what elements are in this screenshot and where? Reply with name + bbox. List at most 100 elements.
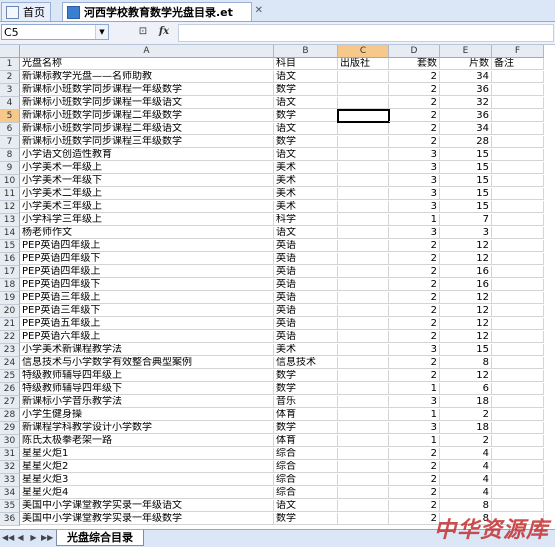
cell-d[interactable]: 1 <box>389 435 440 447</box>
cell-e[interactable]: 36 <box>440 84 492 96</box>
cell-e[interactable]: 8 <box>440 357 492 369</box>
cell-a[interactable]: 星星火炬4 <box>20 487 274 499</box>
cell-e[interactable]: 7 <box>440 214 492 226</box>
cell-b[interactable]: 英语 <box>274 240 338 252</box>
cell-f[interactable] <box>492 175 544 187</box>
cell-d[interactable]: 2 <box>389 240 440 252</box>
cell-b[interactable]: 数学 <box>274 513 338 525</box>
cell-c[interactable] <box>338 240 389 252</box>
row-header[interactable]: 25 <box>0 370 20 383</box>
cell-b[interactable]: 语文 <box>274 227 338 239</box>
cell-c[interactable] <box>338 305 389 317</box>
cell-a[interactable]: 小学美术一年级下 <box>20 175 274 187</box>
prev-sheet-icon[interactable]: ◀ <box>15 532 26 544</box>
cell-c[interactable] <box>338 357 389 369</box>
select-all-corner[interactable] <box>0 45 20 58</box>
cell-e[interactable]: 4 <box>440 461 492 473</box>
cell-c[interactable] <box>338 253 389 265</box>
column-header-d[interactable]: D <box>389 45 440 58</box>
cell-b[interactable]: 综合 <box>274 487 338 499</box>
cell-a[interactable]: PEP英语五年级上 <box>20 318 274 330</box>
cell-d[interactable]: 2 <box>389 305 440 317</box>
cell-c[interactable] <box>338 487 389 499</box>
cell-f[interactable]: 备注 <box>492 58 544 70</box>
cell-c[interactable] <box>338 474 389 486</box>
cell-f[interactable] <box>492 136 544 148</box>
cell-b[interactable]: 美术 <box>274 201 338 213</box>
cell-f[interactable] <box>492 357 544 369</box>
cell-a[interactable]: PEP英语四年级上 <box>20 240 274 252</box>
row-header[interactable]: 30 <box>0 435 20 448</box>
cell-e[interactable]: 8 <box>440 500 492 512</box>
first-sheet-icon[interactable]: ◀◀ <box>2 532 14 544</box>
cell-f[interactable] <box>492 461 544 473</box>
cell-a[interactable]: 小学美术三年级上 <box>20 201 274 213</box>
cell-a[interactable]: 小学美术二年级上 <box>20 188 274 200</box>
cell-a[interactable]: 星星火炬2 <box>20 461 274 473</box>
cell-d[interactable]: 2 <box>389 292 440 304</box>
cell-e[interactable]: 15 <box>440 188 492 200</box>
cell-f[interactable] <box>492 240 544 252</box>
cell-b[interactable]: 语文 <box>274 97 338 109</box>
cell-e[interactable]: 12 <box>440 292 492 304</box>
cell-e[interactable]: 15 <box>440 175 492 187</box>
cell-f[interactable] <box>492 97 544 109</box>
cell-d[interactable]: 2 <box>389 370 440 382</box>
cell-c[interactable] <box>338 370 389 382</box>
cell-b[interactable]: 音乐 <box>274 396 338 408</box>
cell-e[interactable]: 片数 <box>440 58 492 70</box>
cell-e[interactable]: 28 <box>440 136 492 148</box>
cell-e[interactable]: 12 <box>440 331 492 343</box>
cell-e[interactable]: 34 <box>440 123 492 135</box>
tab-home[interactable]: 首页 <box>1 2 51 21</box>
cell-b[interactable]: 英语 <box>274 318 338 330</box>
cell-d[interactable]: 2 <box>389 279 440 291</box>
cell-d[interactable]: 1 <box>389 383 440 395</box>
cell-b[interactable]: 信息技术 <box>274 357 338 369</box>
cell-d[interactable]: 2 <box>389 110 440 122</box>
cell-a[interactable]: 小学美术一年级上 <box>20 162 274 174</box>
cell-a[interactable]: 小学生健身操 <box>20 409 274 421</box>
cell-e[interactable]: 16 <box>440 279 492 291</box>
cell-b[interactable]: 美术 <box>274 162 338 174</box>
cell-a[interactable]: 星星火炬3 <box>20 474 274 486</box>
cell-a[interactable]: 新课标教学光盘——名师助教 <box>20 71 274 83</box>
cell-e[interactable]: 2 <box>440 435 492 447</box>
cell-a[interactable]: 特级教师辅导四年级下 <box>20 383 274 395</box>
cell-a[interactable]: 新课标小班数学同步课程三年级数学 <box>20 136 274 148</box>
row-header[interactable]: 4 <box>0 97 20 110</box>
cell-b[interactable]: 语文 <box>274 71 338 83</box>
cell-b[interactable]: 英语 <box>274 331 338 343</box>
cell-c[interactable] <box>338 136 389 148</box>
row-header[interactable]: 14 <box>0 227 20 240</box>
cell-e[interactable]: 12 <box>440 318 492 330</box>
row-header[interactable]: 36 <box>0 513 20 526</box>
cell-e[interactable]: 12 <box>440 253 492 265</box>
cell-e[interactable]: 4 <box>440 487 492 499</box>
cell-a[interactable]: 光盘名称 <box>20 58 274 70</box>
cell-f[interactable] <box>492 188 544 200</box>
cell-b[interactable]: 数学 <box>274 422 338 434</box>
row-header[interactable]: 34 <box>0 487 20 500</box>
cell-d[interactable]: 2 <box>389 448 440 460</box>
row-header[interactable]: 16 <box>0 253 20 266</box>
cell-c[interactable] <box>338 149 389 161</box>
cell-d[interactable]: 2 <box>389 136 440 148</box>
cell-e[interactable]: 3 <box>440 227 492 239</box>
cell-a[interactable]: PEP英语四年级下 <box>20 279 274 291</box>
cell-a[interactable]: 新课标小班数学同步课程一年级语文 <box>20 97 274 109</box>
cell-b[interactable]: 综合 <box>274 474 338 486</box>
cell-b[interactable]: 综合 <box>274 448 338 460</box>
cell-e[interactable]: 4 <box>440 448 492 460</box>
cell-d[interactable]: 2 <box>389 318 440 330</box>
cell-a[interactable]: PEP英语三年级下 <box>20 305 274 317</box>
column-header-c[interactable]: C <box>338 45 389 58</box>
cell-b[interactable]: 英语 <box>274 266 338 278</box>
row-header[interactable]: 24 <box>0 357 20 370</box>
cell-d[interactable]: 3 <box>389 149 440 161</box>
cell-e[interactable]: 16 <box>440 266 492 278</box>
row-header[interactable]: 32 <box>0 461 20 474</box>
cell-c[interactable] <box>338 396 389 408</box>
cell-f[interactable] <box>492 253 544 265</box>
row-header[interactable]: 17 <box>0 266 20 279</box>
